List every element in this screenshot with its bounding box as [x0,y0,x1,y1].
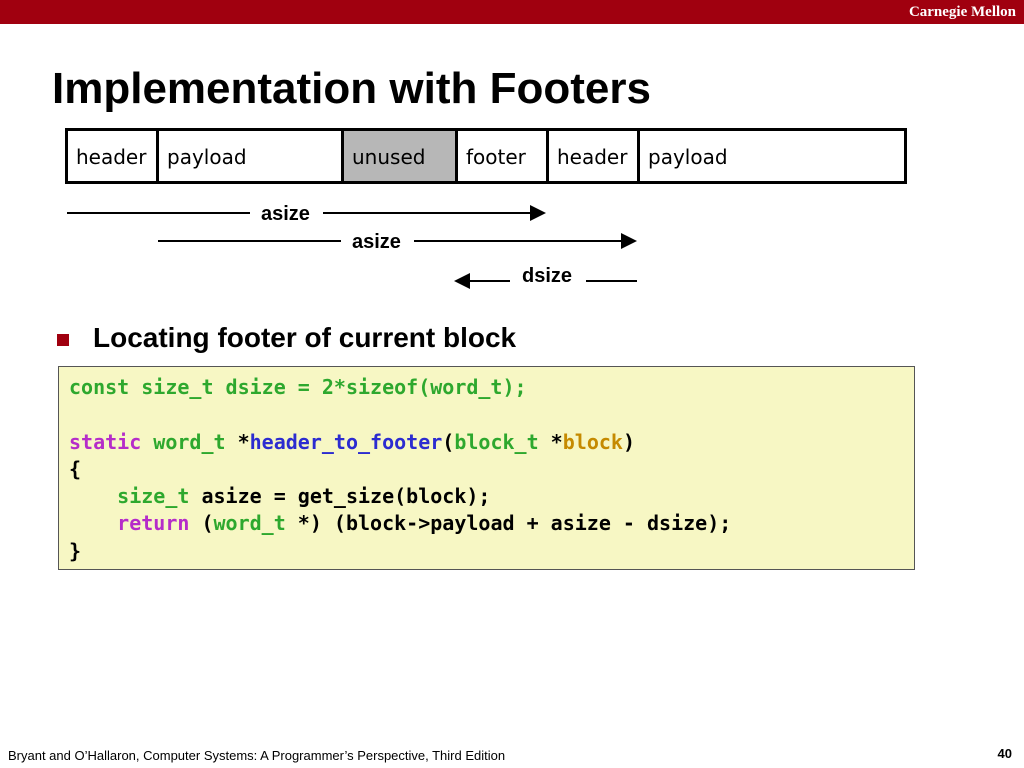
code-function-name: header_to_footer [249,429,443,454]
code-line-1: const size_t dsize = 2*sizeof(word_t); [69,375,527,399]
code-keyword-static: static [69,429,142,454]
code-param-block: block [562,429,623,454]
code-statement: *) (block->payload + asize - dsize); [285,511,732,536]
code-type-word_t: word_t [153,429,226,454]
bullet-text: Locating footer of current block [93,322,517,353]
code-type-block_t: block_t [454,429,539,454]
code-token: ( [189,511,214,536]
code-token: ( [442,429,455,454]
code-listing: const size_t dsize = 2*sizeof(word_t); s… [69,374,731,565]
footer-citation: Bryant and O’Hallaron, Computer Systems:… [8,748,506,763]
code-close-brace: } [69,538,82,563]
code-token: * [538,429,563,454]
code-token: * [225,429,250,454]
code-keyword-return: return [117,511,190,536]
code-statement: asize = get_size(block); [189,484,491,509]
page-number: 40 [997,746,1012,761]
bullet-marker [57,334,69,346]
asize-label-2: asize [352,231,401,253]
size-arrows [67,205,637,289]
code-open-brace: { [69,456,82,481]
dsize-label: dsize [522,265,573,287]
code-type-word_t: word_t [213,511,286,536]
asize-label-1: asize [261,203,310,225]
code-token: ) [622,429,635,454]
code-block: const size_t dsize = 2*sizeof(word_t); s… [58,366,915,570]
code-type-size_t: size_t [117,484,190,509]
